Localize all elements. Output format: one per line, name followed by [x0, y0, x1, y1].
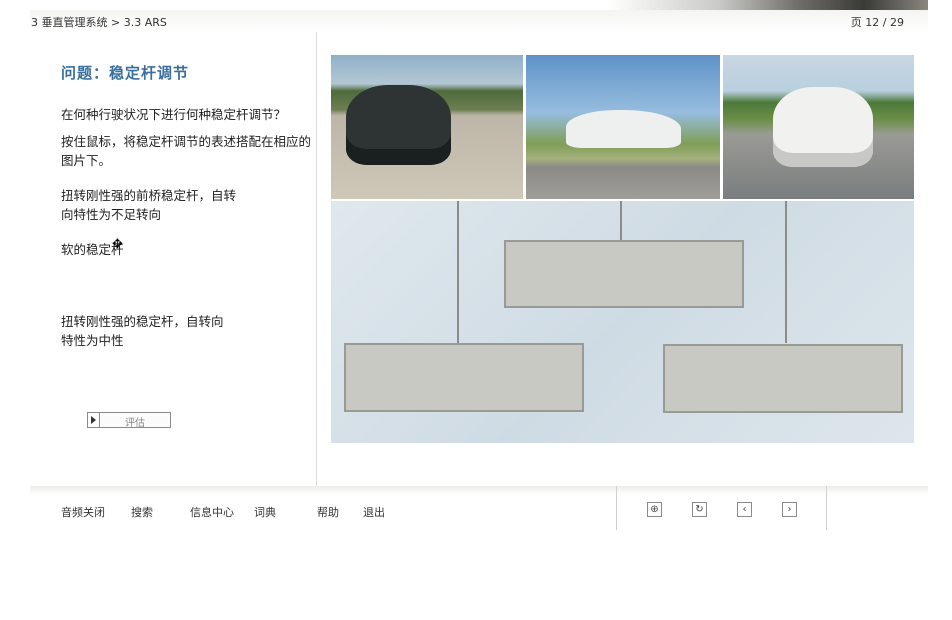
car-image	[566, 110, 681, 148]
nav-info-center[interactable]: 信息中心	[190, 504, 234, 520]
nav-glossary[interactable]: 词典	[254, 504, 276, 520]
car-image	[773, 87, 873, 167]
nav-exit[interactable]: 退出	[363, 504, 385, 520]
question-title: 问题：稳定杆调节	[61, 64, 190, 82]
connector-line	[457, 201, 459, 343]
nav-search[interactable]: 搜索	[131, 504, 153, 520]
play-triangle-icon	[88, 413, 100, 427]
nav-help[interactable]: 帮助	[317, 504, 339, 520]
refresh-icon[interactable]: ↻	[692, 502, 707, 517]
question-instruction: 按住鼠标，将稳定杆调节的表述搭配在相应的图片下。	[61, 134, 312, 168]
draggable-option-3[interactable]: 扭转刚性强的稳定杆，自转向特性为中性	[61, 312, 231, 350]
footer-navigation: 音频关闭 搜索 信息中心 词典 帮助 退出 ⊕ ↻ ‹ ›	[30, 486, 928, 532]
photo-white-car-front	[723, 55, 914, 199]
drop-target-right[interactable]	[663, 344, 903, 413]
chevron-right-icon[interactable]: ›	[782, 502, 797, 517]
drop-target-left[interactable]	[344, 343, 584, 412]
fit-screen-icon[interactable]: ⊕	[647, 502, 662, 517]
chevron-left-icon[interactable]: ‹	[737, 502, 752, 517]
connector-line	[785, 201, 787, 343]
photo-white-car-side	[526, 55, 720, 199]
evaluate-button[interactable]: 评估	[87, 412, 171, 429]
question-text: 在何种行驶状况下进行何种稳定杆调节？	[61, 107, 287, 122]
drop-target-middle[interactable]	[504, 240, 744, 308]
page-counter: 页 12 / 29	[850, 16, 904, 29]
nav-audio-off[interactable]: 音频关闭	[61, 504, 105, 520]
draggable-option-1[interactable]: 扭转刚性强的前桥稳定杆，自转向特性为不足转向	[61, 186, 241, 224]
photo-dark-car	[331, 55, 523, 199]
connector-line	[620, 201, 622, 241]
question-panel: 问题：稳定杆调节 在何种行驶状况下进行何种稳定杆调节？ 按住鼠标，将稳定杆调节的…	[30, 32, 317, 488]
footer-divider	[826, 486, 827, 530]
car-image	[346, 85, 451, 165]
footer-divider	[616, 486, 617, 530]
breadcrumb: 3 垂直管理系统 > 3.3 ARS	[31, 16, 167, 29]
drop-area	[331, 201, 914, 443]
header-photo-strip	[608, 0, 928, 10]
draggable-option-2[interactable]: 软的稳定杆	[61, 240, 241, 259]
move-cursor-icon: ✥	[112, 237, 123, 252]
evaluate-button-label: 评估	[125, 418, 145, 429]
